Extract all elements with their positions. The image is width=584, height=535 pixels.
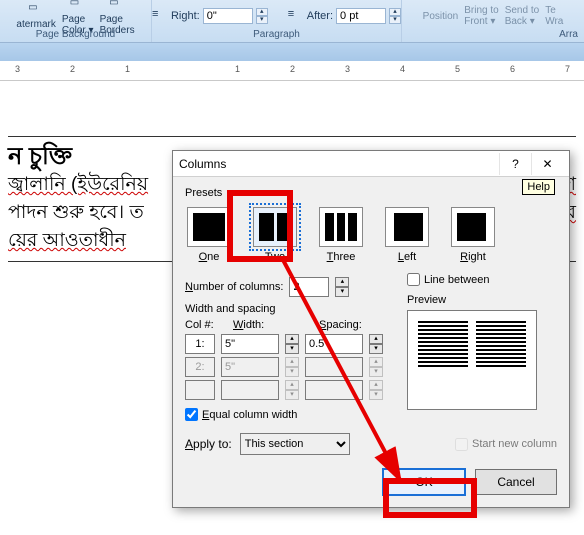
help-button[interactable]: ?: [499, 153, 531, 175]
text-wrap-button: TeWra: [545, 5, 563, 27]
spacing-after-icon: ≡: [288, 8, 304, 24]
help-tooltip: Help: [522, 179, 555, 195]
columns-dialog: Columns ? ✕ Help Presets One Two Three L…: [172, 150, 570, 508]
spacing-after-input[interactable]: [336, 8, 386, 24]
width-1-input[interactable]: [221, 334, 279, 354]
apply-to-select[interactable]: This section: [240, 433, 350, 455]
ribbon-band: [0, 43, 584, 61]
cancel-button[interactable]: Cancel: [475, 469, 557, 495]
indent-right-spinner[interactable]: ≡ Right: ▴▾: [152, 8, 268, 24]
indent-right-icon: ≡: [152, 8, 168, 24]
spacing-2-input: [305, 357, 363, 377]
number-of-columns-input[interactable]: [289, 277, 329, 297]
line-between-label: Line between: [424, 274, 489, 286]
ws-row-2: 2: ▴▾ ▴▾: [185, 357, 407, 377]
width-2-input: [221, 357, 279, 377]
number-of-columns-label: Number of columns:: [185, 281, 283, 293]
line-between-checkbox[interactable]: [407, 273, 420, 286]
start-new-column-label: Start new column: [472, 438, 557, 450]
start-new-column-checkbox: [455, 438, 468, 451]
position-button: Position: [423, 11, 459, 22]
equal-column-width-label: Equal column width: [202, 409, 297, 421]
paragraph-group-label: Paragraph: [253, 27, 300, 42]
ws-row-1: 1: ▴▾ ▴▾: [185, 334, 407, 354]
width-spacing-grid: Col #: Width: Spacing: 1: ▴▾ ▴▾ 2: ▴▾ ▴▾: [185, 319, 407, 400]
width-spacing-label: Width and spacing: [185, 303, 407, 315]
spacing-after-spinner[interactable]: ≡ After: ▴▾: [288, 8, 401, 24]
ws-row-3: ▴▾ ▴▾: [185, 380, 407, 400]
watermark-button[interactable]: ▭atermark: [16, 2, 55, 30]
preset-left[interactable]: Left: [385, 207, 429, 263]
presets-row: One Two Three Left Right: [185, 203, 557, 273]
spacing-3-input: [305, 380, 363, 400]
equal-column-width-checkbox[interactable]: [185, 408, 198, 421]
dialog-title: Columns: [179, 157, 226, 171]
close-button[interactable]: ✕: [531, 153, 563, 175]
ribbon: ▭atermark ▭PageColor ▾ ▭PageBorders Page…: [0, 0, 584, 43]
dialog-titlebar[interactable]: Columns ? ✕: [173, 151, 569, 177]
ok-button[interactable]: OK: [383, 469, 465, 495]
width-3-input: [221, 380, 279, 400]
page-background-group-label: Page Background: [36, 27, 116, 42]
apply-to-label: Apply to:: [185, 437, 232, 451]
doc-line: পাদন শুরু হবে। ত: [8, 199, 144, 227]
preset-right[interactable]: Right: [451, 207, 495, 263]
bring-to-front-button[interactable]: Bring toFront ▾: [464, 5, 498, 27]
presets-label: Presets: [185, 187, 557, 199]
page-color-icon: ▭: [70, 0, 86, 13]
arrange-group-label: Arra: [408, 27, 578, 42]
preset-two[interactable]: Two: [253, 207, 297, 263]
preset-three[interactable]: Three: [319, 207, 363, 263]
preset-one[interactable]: One: [187, 207, 231, 263]
watermark-icon: ▭: [28, 2, 44, 18]
doc-line: জ্বালানি (ইউরেনিয়: [8, 171, 148, 199]
indent-right-input[interactable]: [203, 8, 253, 24]
preview-pane: [407, 310, 537, 410]
page-borders-icon: ▭: [109, 0, 125, 13]
spacing-1-input[interactable]: [305, 334, 363, 354]
preview-label: Preview: [407, 294, 557, 306]
horizontal-ruler[interactable]: 3 2 1 1 2 3 4 5 6 7: [0, 61, 584, 81]
numcols-spinner[interactable]: ▴▾: [335, 277, 349, 297]
send-to-back-button[interactable]: Send toBack ▾: [505, 5, 539, 27]
